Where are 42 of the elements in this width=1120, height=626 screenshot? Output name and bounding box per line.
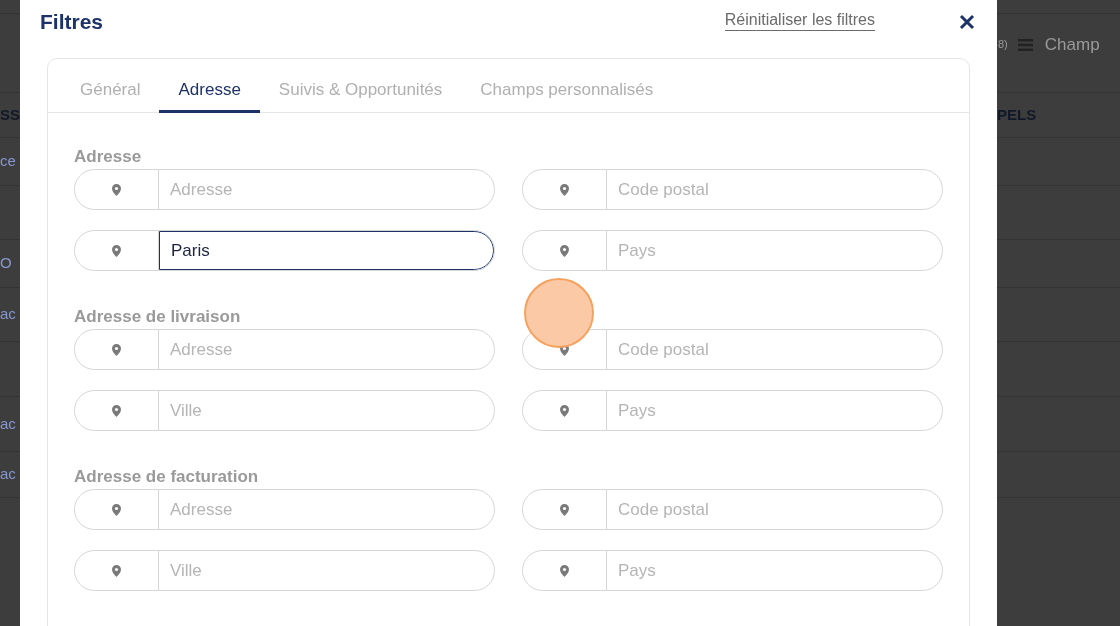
section-heading: Adresse de livraison: [74, 306, 242, 328]
text-input[interactable]: Ville: [159, 391, 494, 430]
map-pin-icon: [112, 183, 121, 196]
section-heading: Adresse: [74, 146, 143, 168]
address-field[interactable]: Code postal: [522, 489, 943, 530]
map-pin-icon: [560, 183, 569, 196]
text-input[interactable]: Adresse: [159, 490, 494, 529]
text-input[interactable]: Adresse: [159, 170, 494, 209]
tab[interactable]: Adresse: [159, 59, 260, 113]
dialog-title: Filtres: [40, 9, 104, 36]
table-link[interactable]: ce: [0, 150, 16, 173]
map-pin-icon: [112, 343, 121, 356]
map-pin-icon: [560, 244, 569, 257]
map-pin-icon: [112, 244, 121, 257]
text-input[interactable]: Adresse: [159, 330, 494, 369]
map-pin-icon: [112, 503, 121, 516]
text-input[interactable]: Pays: [607, 391, 942, 430]
text-input[interactable]: Ville: [159, 551, 494, 590]
text-input[interactable]: Code postal: [607, 490, 942, 529]
text-input[interactable]: Paris: [159, 231, 494, 270]
columns-button[interactable]: Champ: [1017, 32, 1100, 58]
table-link[interactable]: ac: [0, 463, 16, 486]
tab[interactable]: Suivis & Opportunités: [259, 59, 462, 113]
count-label: 8): [998, 37, 1008, 52]
menu-icon: [1017, 39, 1033, 51]
table-link[interactable]: O: [0, 252, 12, 275]
tab[interactable]: Champs personnalisés: [461, 59, 673, 113]
map-pin-icon: [112, 564, 121, 577]
text-input[interactable]: Code postal: [607, 170, 942, 209]
tab[interactable]: Général: [61, 59, 160, 113]
table-link[interactable]: ac: [0, 303, 16, 326]
section-heading: Adresse de facturation: [74, 466, 260, 488]
text-input[interactable]: Code postal: [607, 330, 942, 369]
text-input[interactable]: Pays: [607, 231, 942, 270]
reset-filters-link[interactable]: Réinitialiser les filtres: [724, 9, 875, 31]
map-pin-icon: [560, 404, 569, 417]
map-pin-icon: [560, 503, 569, 516]
close-button[interactable]: [957, 12, 977, 32]
table-link[interactable]: ac: [0, 412, 16, 436]
map-pin-icon: [112, 404, 121, 417]
map-pin-icon: [560, 564, 569, 577]
text-input[interactable]: Pays: [607, 551, 942, 590]
